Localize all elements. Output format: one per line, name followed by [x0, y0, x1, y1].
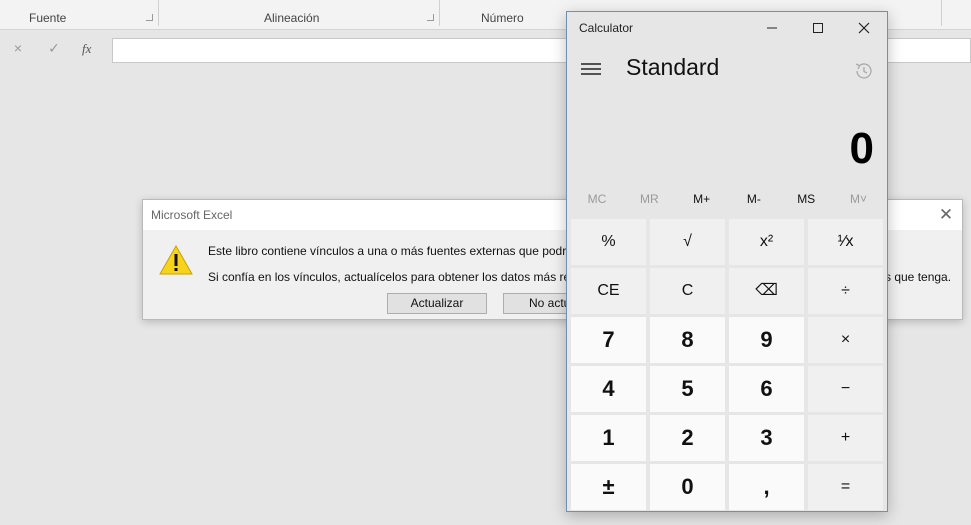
digit-2-key[interactable]: 2: [650, 415, 725, 461]
dialog-message-line2: Si confía en los vínculos, actualícelos …: [208, 270, 586, 284]
font-launcher-icon[interactable]: [146, 14, 153, 21]
add-key[interactable]: +: [808, 415, 883, 461]
group-separator: [158, 0, 159, 26]
decimal-key[interactable]: ,: [729, 464, 804, 510]
warning-icon: [159, 244, 193, 275]
negate-key[interactable]: ±: [571, 464, 646, 510]
alignment-launcher-icon[interactable]: [427, 14, 434, 21]
memory-button-5[interactable]: M˅: [833, 192, 885, 206]
sqrt-key[interactable]: √: [650, 219, 725, 265]
digit-4-key[interactable]: 4: [571, 366, 646, 412]
digit-9-key[interactable]: 9: [729, 317, 804, 363]
clear-key[interactable]: C: [650, 268, 725, 314]
mode-title: Standard: [626, 54, 720, 80]
digit-5-key[interactable]: 5: [650, 366, 725, 412]
memory-button-1[interactable]: MR: [623, 192, 675, 206]
memory-button-3[interactable]: M-: [728, 192, 780, 206]
insert-function-icon[interactable]: fx: [82, 41, 91, 57]
enter-icon[interactable]: ✓: [46, 40, 62, 57]
history-icon[interactable]: [853, 60, 875, 82]
result-display: 0: [849, 124, 874, 173]
digit-6-key[interactable]: 6: [729, 366, 804, 412]
group-label-number: Número: [481, 11, 524, 25]
divide-key[interactable]: ÷: [808, 268, 883, 314]
close-icon[interactable]: [841, 14, 887, 42]
maximize-icon[interactable]: [795, 14, 841, 42]
group-separator: [941, 0, 942, 26]
memory-button-4[interactable]: MS: [780, 192, 832, 206]
multiply-key[interactable]: ×: [808, 317, 883, 363]
memory-row: MC MR M+ M- MS M˅: [571, 192, 885, 214]
dialog-message-line1: Este libro contiene vínculos a una o más…: [208, 244, 583, 258]
memory-button-2[interactable]: M+: [676, 192, 728, 206]
cancel-icon[interactable]: ×: [10, 40, 26, 56]
clear-entry-key[interactable]: CE: [571, 268, 646, 314]
reciprocal-key[interactable]: ¹⁄x: [808, 219, 883, 265]
dialog-title: Microsoft Excel: [151, 208, 233, 222]
backspace-key[interactable]: ⌫: [729, 268, 804, 314]
dialog-message-line2-end: s que tenga.: [885, 270, 952, 284]
digit-3-key[interactable]: 3: [729, 415, 804, 461]
digit-8-key[interactable]: 8: [650, 317, 725, 363]
square-key[interactable]: x²: [729, 219, 804, 265]
group-label-font: Fuente: [29, 11, 67, 25]
memory-button-0[interactable]: MC: [571, 192, 623, 206]
group-separator: [439, 0, 440, 26]
dialog-close-icon[interactable]: ✕: [934, 204, 958, 226]
mode-header: Standard: [567, 50, 887, 90]
calculator-title: Calculator: [579, 21, 634, 35]
update-button[interactable]: Actualizar: [387, 293, 487, 314]
digit-1-key[interactable]: 1: [571, 415, 646, 461]
digit-7-key[interactable]: 7: [571, 317, 646, 363]
menu-icon[interactable]: [580, 60, 602, 78]
minimize-icon[interactable]: [749, 14, 795, 42]
equals-key[interactable]: =: [808, 464, 883, 510]
percent-key[interactable]: %: [571, 219, 646, 265]
subtract-key[interactable]: −: [808, 366, 883, 412]
group-label-alignment: Alineación: [264, 11, 320, 25]
calculator-titlebar: Calculator: [567, 12, 887, 44]
digit-0-key[interactable]: 0: [650, 464, 725, 510]
calculator-window: Calculator Standard 0 MC MR M+ M- MS M˅ % √ x² ¹…: [566, 11, 888, 512]
